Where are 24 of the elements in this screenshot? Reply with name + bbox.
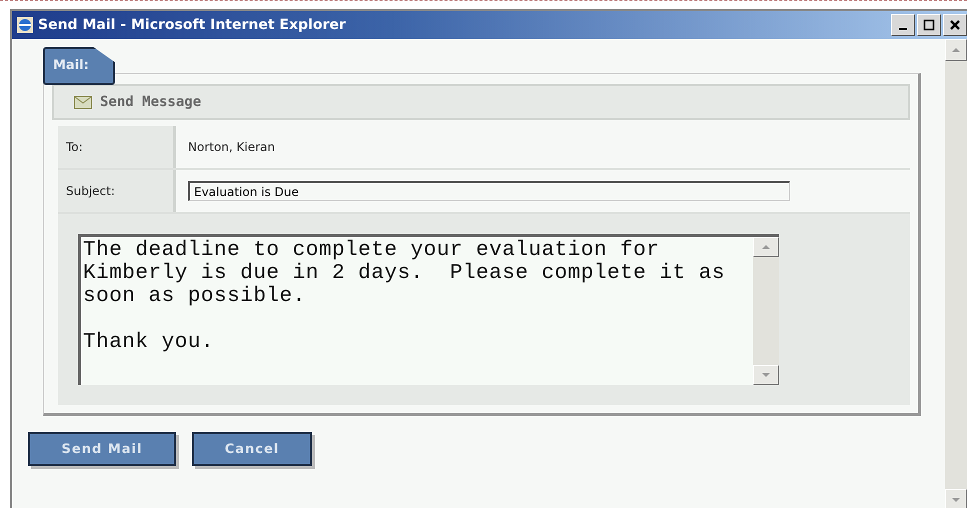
- close-icon: [949, 19, 961, 31]
- up-arrow-icon: [761, 244, 771, 250]
- maximize-icon: [923, 19, 935, 31]
- panel-title: Send Message: [100, 94, 202, 110]
- scroll-down-button[interactable]: [945, 489, 967, 508]
- minimize-button[interactable]: [891, 14, 915, 36]
- scroll-down-button[interactable]: [753, 365, 779, 385]
- scroll-up-button[interactable]: [753, 237, 779, 257]
- globe-icon: [16, 16, 34, 34]
- subject-field[interactable]: Evaluation is Due: [188, 181, 790, 201]
- up-arrow-icon: [951, 47, 961, 53]
- envelope-icon: [74, 96, 92, 108]
- field-label: Subject:: [58, 170, 176, 212]
- recipient-text: Norton, Kieran: [188, 140, 276, 154]
- scrollbar[interactable]: [753, 237, 779, 385]
- scrollbar[interactable]: [945, 39, 967, 508]
- close-button[interactable]: [943, 14, 967, 36]
- scroll-up-button[interactable]: [945, 39, 967, 61]
- window-title: Send Mail - Microsoft Internet Explorer: [38, 17, 346, 33]
- down-arrow-icon: [761, 372, 771, 378]
- maximize-button[interactable]: [917, 14, 941, 36]
- field-label: To:: [58, 126, 176, 168]
- minimize-icon: [899, 28, 907, 30]
- down-arrow-icon: [951, 497, 961, 503]
